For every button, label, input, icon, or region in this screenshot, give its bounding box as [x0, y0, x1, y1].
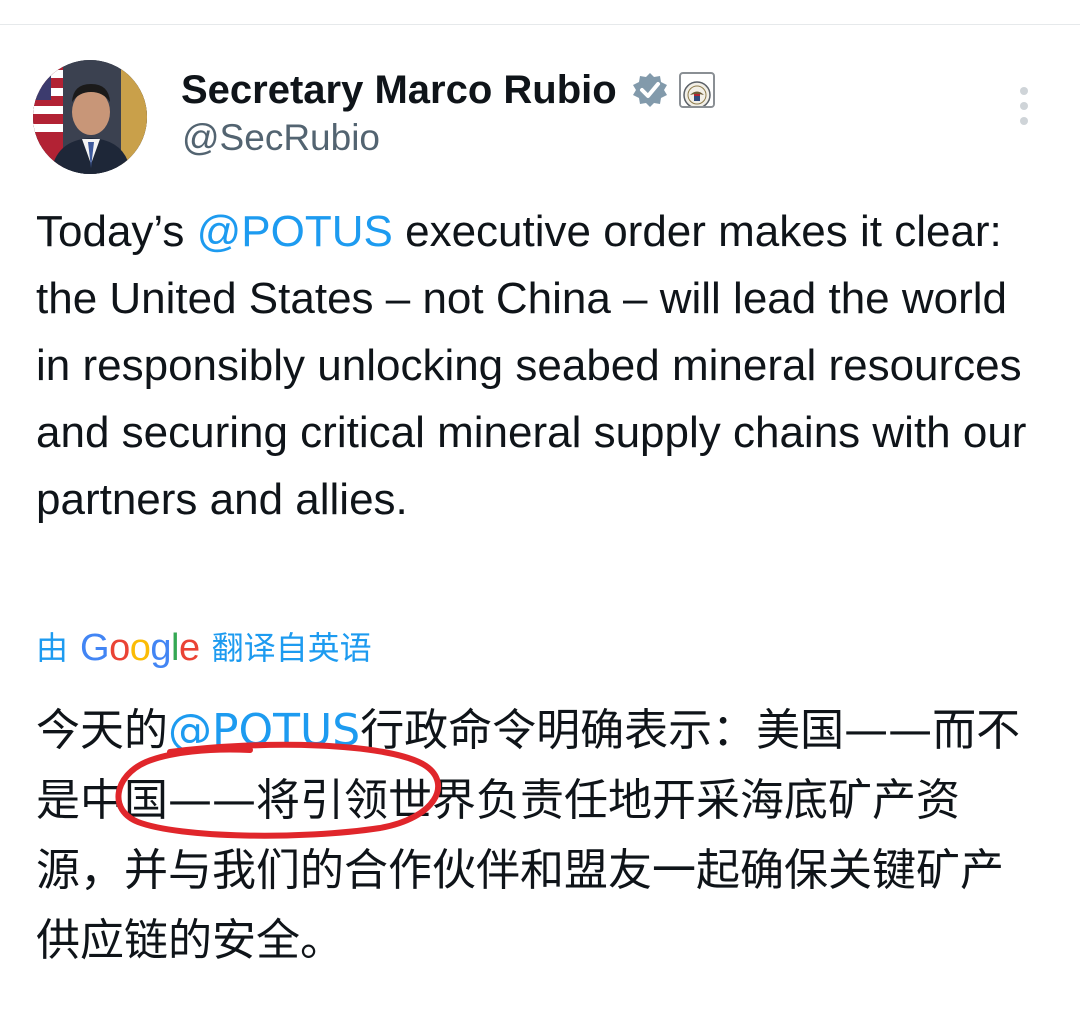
translated-text-part1: 今天的	[36, 705, 168, 756]
state-department-seal-icon	[678, 72, 715, 108]
author-name[interactable]: Secretary Marco Rubio	[181, 66, 617, 114]
translation-suffix: 翻译自英语	[211, 629, 372, 667]
translation-attribution[interactable]: 由 Google 翻译自英语	[36, 626, 372, 670]
translated-tweet-text: 今天的@POTUS行政命令明确表示：美国——而不是中国——将引领世界负责任地开采…	[36, 696, 1036, 976]
translation-prefix: 由	[36, 629, 69, 667]
top-divider	[0, 24, 1080, 25]
profile-photo	[33, 60, 147, 174]
potus-mention-link[interactable]: @POTUS	[197, 207, 393, 256]
translated-potus-mention-link[interactable]: @POTUS	[168, 705, 360, 756]
more-vertical-icon[interactable]	[1012, 84, 1036, 128]
tweet-text: Today’s @POTUS executive order makes it …	[36, 198, 1046, 533]
tweet-text-part1: Today’s	[36, 207, 197, 256]
google-logo: Google	[80, 627, 200, 669]
author-name-row: Secretary Marco Rubio	[181, 66, 715, 114]
avatar[interactable]	[33, 60, 147, 174]
author-handle[interactable]: @SecRubio	[182, 115, 380, 161]
verified-badge-icon	[631, 71, 669, 109]
